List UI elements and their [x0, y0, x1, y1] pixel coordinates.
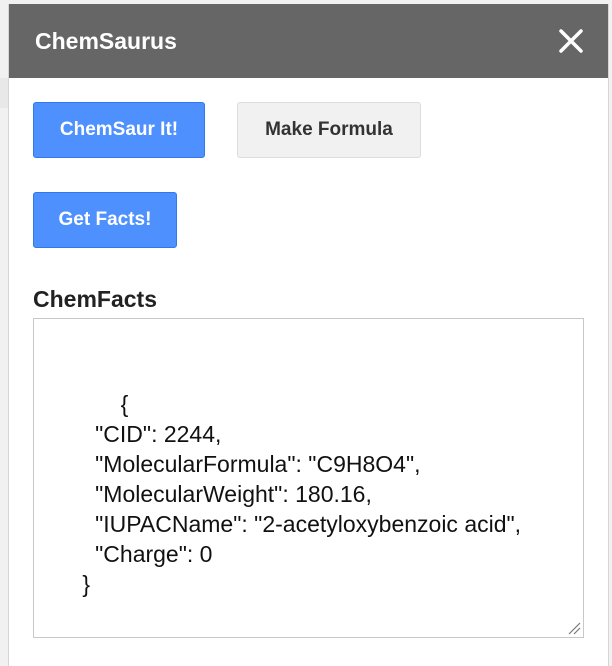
chemsaurus-sidebar: ChemSaurus ChemSaur It! Make Formula Get… — [8, 4, 609, 666]
background-document-edge — [0, 78, 8, 108]
get-facts-button[interactable]: Get Facts! — [33, 192, 177, 248]
chemsaur-it-button[interactable]: ChemSaur It! — [33, 102, 205, 158]
sidebar-titlebar: ChemSaurus — [9, 4, 608, 78]
resize-handle-icon[interactable] — [567, 621, 581, 635]
page: ChemSaurus ChemSaur It! Make Formula Get… — [0, 0, 612, 666]
close-icon[interactable] — [556, 26, 586, 56]
chemfacts-label: ChemFacts — [33, 286, 157, 312]
chemfacts-text: { "CID": 2244, "MolecularFormula": "C9H8… — [82, 391, 522, 597]
make-formula-button[interactable]: Make Formula — [237, 102, 421, 158]
chemfacts-textarea[interactable]: { "CID": 2244, "MolecularFormula": "C9H8… — [33, 318, 584, 638]
sidebar-title: ChemSaurus — [35, 28, 177, 54]
